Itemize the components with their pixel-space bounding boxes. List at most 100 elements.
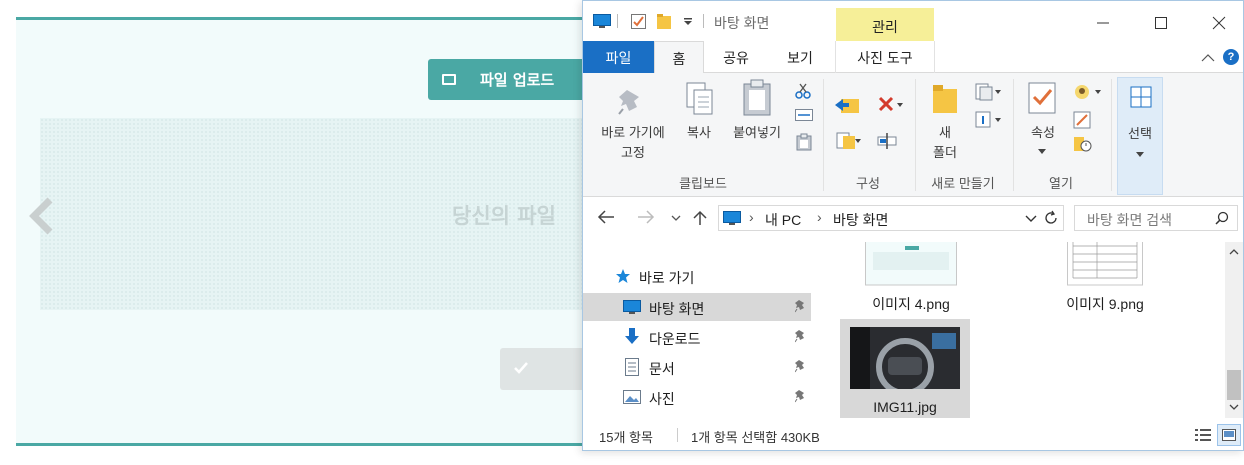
- tab-share[interactable]: 공유: [707, 41, 765, 73]
- paste-icon: [743, 79, 771, 116]
- delete-icon[interactable]: [877, 95, 903, 115]
- pin-icon[interactable]: [795, 299, 807, 313]
- properties-quick-icon[interactable]: [631, 14, 646, 29]
- refresh-icon[interactable]: [1043, 210, 1059, 226]
- ribbon-tabs: 파일 홈 공유 보기 사진 도구 ?: [583, 41, 1243, 74]
- copy-icon: [686, 82, 713, 115]
- copy-path-icon[interactable]: [795, 109, 813, 121]
- tab-file[interactable]: 파일: [583, 41, 654, 73]
- file-name: IMG11.jpg: [873, 399, 937, 415]
- help-icon[interactable]: ?: [1223, 49, 1239, 65]
- nav-item-label: 바탕 화면: [649, 301, 705, 317]
- desktop-icon: [623, 300, 641, 314]
- content-scroll-thumb[interactable]: [1227, 370, 1241, 400]
- quick-access-item[interactable]: 바로 가기: [583, 262, 811, 290]
- nav-item-desktop[interactable]: 바탕 화면: [583, 293, 811, 321]
- pin-icon[interactable]: [795, 389, 807, 403]
- new-folder-button[interactable]: 새 폴더: [927, 123, 963, 163]
- scroll-down-icon[interactable]: [1229, 404, 1239, 411]
- select-button[interactable]: 선택: [1117, 77, 1163, 195]
- rename-icon[interactable]: [877, 131, 897, 151]
- pin-quick-access-button[interactable]: 바로 가기에 고정: [589, 123, 677, 163]
- check-icon: [514, 362, 528, 374]
- large-icons-view-button[interactable]: [1217, 424, 1241, 446]
- ribbon-separator: [823, 79, 824, 191]
- download-icon: [625, 328, 639, 344]
- address-bar[interactable]: › 내 PC › 바탕 화면: [718, 205, 1064, 231]
- new-item-icon[interactable]: [975, 83, 1001, 101]
- file-name: 이미지 4.png: [872, 296, 950, 312]
- maximize-icon[interactable]: [1151, 13, 1171, 33]
- paste-button[interactable]: 붙여넣기: [727, 123, 787, 143]
- address-row: › 내 PC › 바탕 화면 바탕 화면 검색: [583, 198, 1243, 242]
- window-desktop-icon: [593, 14, 611, 28]
- pin-icon[interactable]: [795, 329, 807, 343]
- nav-item-pictures[interactable]: 사진: [583, 383, 811, 411]
- forward-arrow-icon[interactable]: [637, 210, 655, 224]
- new-group-label: 새로 만들기: [931, 176, 995, 191]
- details-view-icon[interactable]: [1195, 428, 1211, 442]
- address-dropdown-icon[interactable]: [1025, 215, 1037, 223]
- scroll-up-icon[interactable]: [1229, 248, 1239, 255]
- ribbon-separator: [1111, 79, 1112, 191]
- status-divider: [677, 428, 678, 442]
- folder-open-icon: [442, 74, 456, 85]
- quick-access-label: 바로 가기: [639, 270, 695, 286]
- edit-icon[interactable]: [1073, 111, 1091, 129]
- search-placeholder: 바탕 화면 검색: [1087, 212, 1173, 228]
- ribbon-separator: [1013, 79, 1014, 191]
- file-name: 이미지 9.png: [1066, 296, 1144, 312]
- move-to-icon[interactable]: [835, 95, 861, 115]
- tab-manage[interactable]: 관리: [836, 8, 934, 42]
- copy-button[interactable]: 복사: [681, 123, 717, 143]
- folder-quick-icon[interactable]: [657, 14, 671, 29]
- content-scrollbar[interactable]: [1225, 242, 1243, 418]
- status-selection: 1개 항목 선택함 430KB: [691, 430, 820, 445]
- file-upload-button[interactable]: 파일 업로드: [428, 59, 598, 100]
- breadcrumb-desktop[interactable]: 바탕 화면: [833, 210, 888, 230]
- collapse-ribbon-icon[interactable]: [1201, 53, 1215, 62]
- file-item[interactable]: 이미지 4.png: [847, 242, 975, 318]
- up-arrow-icon[interactable]: [693, 210, 707, 226]
- nav-item-downloads[interactable]: 다운로드: [583, 323, 811, 351]
- document-icon: [625, 358, 639, 376]
- paste-shortcut-icon[interactable]: [796, 133, 812, 151]
- easy-access-icon[interactable]: [975, 111, 1001, 129]
- select-all-icon: [1130, 86, 1152, 108]
- address-desktop-icon: [723, 211, 741, 225]
- customize-toolbar-chevron-icon[interactable]: [683, 18, 693, 26]
- file-thumbnail: [850, 327, 960, 389]
- back-arrow-icon[interactable]: [597, 210, 615, 224]
- confirm-button[interactable]: [500, 348, 590, 390]
- open-with-icon[interactable]: [1073, 83, 1101, 101]
- nav-item-documents[interactable]: 문서: [583, 353, 811, 381]
- ribbon-separator: [915, 79, 916, 191]
- cut-icon[interactable]: [795, 83, 811, 99]
- status-bar: 15개 항목 1개 항목 선택함 430KB: [583, 420, 1243, 450]
- copy-to-icon[interactable]: [835, 131, 861, 151]
- tab-view[interactable]: 보기: [769, 41, 831, 73]
- clipboard-group-label: 클립보드: [679, 176, 727, 191]
- pin-icon[interactable]: [795, 359, 807, 373]
- tab-home[interactable]: 홈: [654, 41, 704, 74]
- select-dropdown-icon: [1136, 152, 1144, 157]
- minimize-icon[interactable]: [1093, 13, 1113, 33]
- history-icon[interactable]: [1073, 135, 1093, 153]
- pictures-icon: [623, 390, 641, 404]
- select-label: 선택: [1128, 126, 1152, 141]
- chevron-left-icon[interactable]: [24, 196, 64, 236]
- breadcrumb-separator: ›: [817, 209, 822, 225]
- drop-zone-text: 당신의 파일: [452, 204, 556, 228]
- title-bar[interactable]: 바탕 화면 관리: [583, 1, 1243, 42]
- tab-picture-tools[interactable]: 사진 도구: [835, 41, 935, 73]
- organize-group-label: 구성: [856, 176, 880, 191]
- file-item[interactable]: 이미지 9.png: [1041, 242, 1169, 318]
- recent-locations-chevron-icon[interactable]: [671, 215, 681, 222]
- new-folder-icon: [933, 85, 957, 113]
- properties-dropdown-icon[interactable]: [1038, 149, 1046, 155]
- properties-button[interactable]: 속성: [1023, 123, 1063, 143]
- search-input[interactable]: 바탕 화면 검색: [1074, 205, 1238, 231]
- breadcrumb-my-pc[interactable]: 내 PC: [765, 210, 801, 230]
- close-icon[interactable]: [1209, 13, 1229, 33]
- file-item-selected[interactable]: IMG11.jpg: [840, 319, 970, 418]
